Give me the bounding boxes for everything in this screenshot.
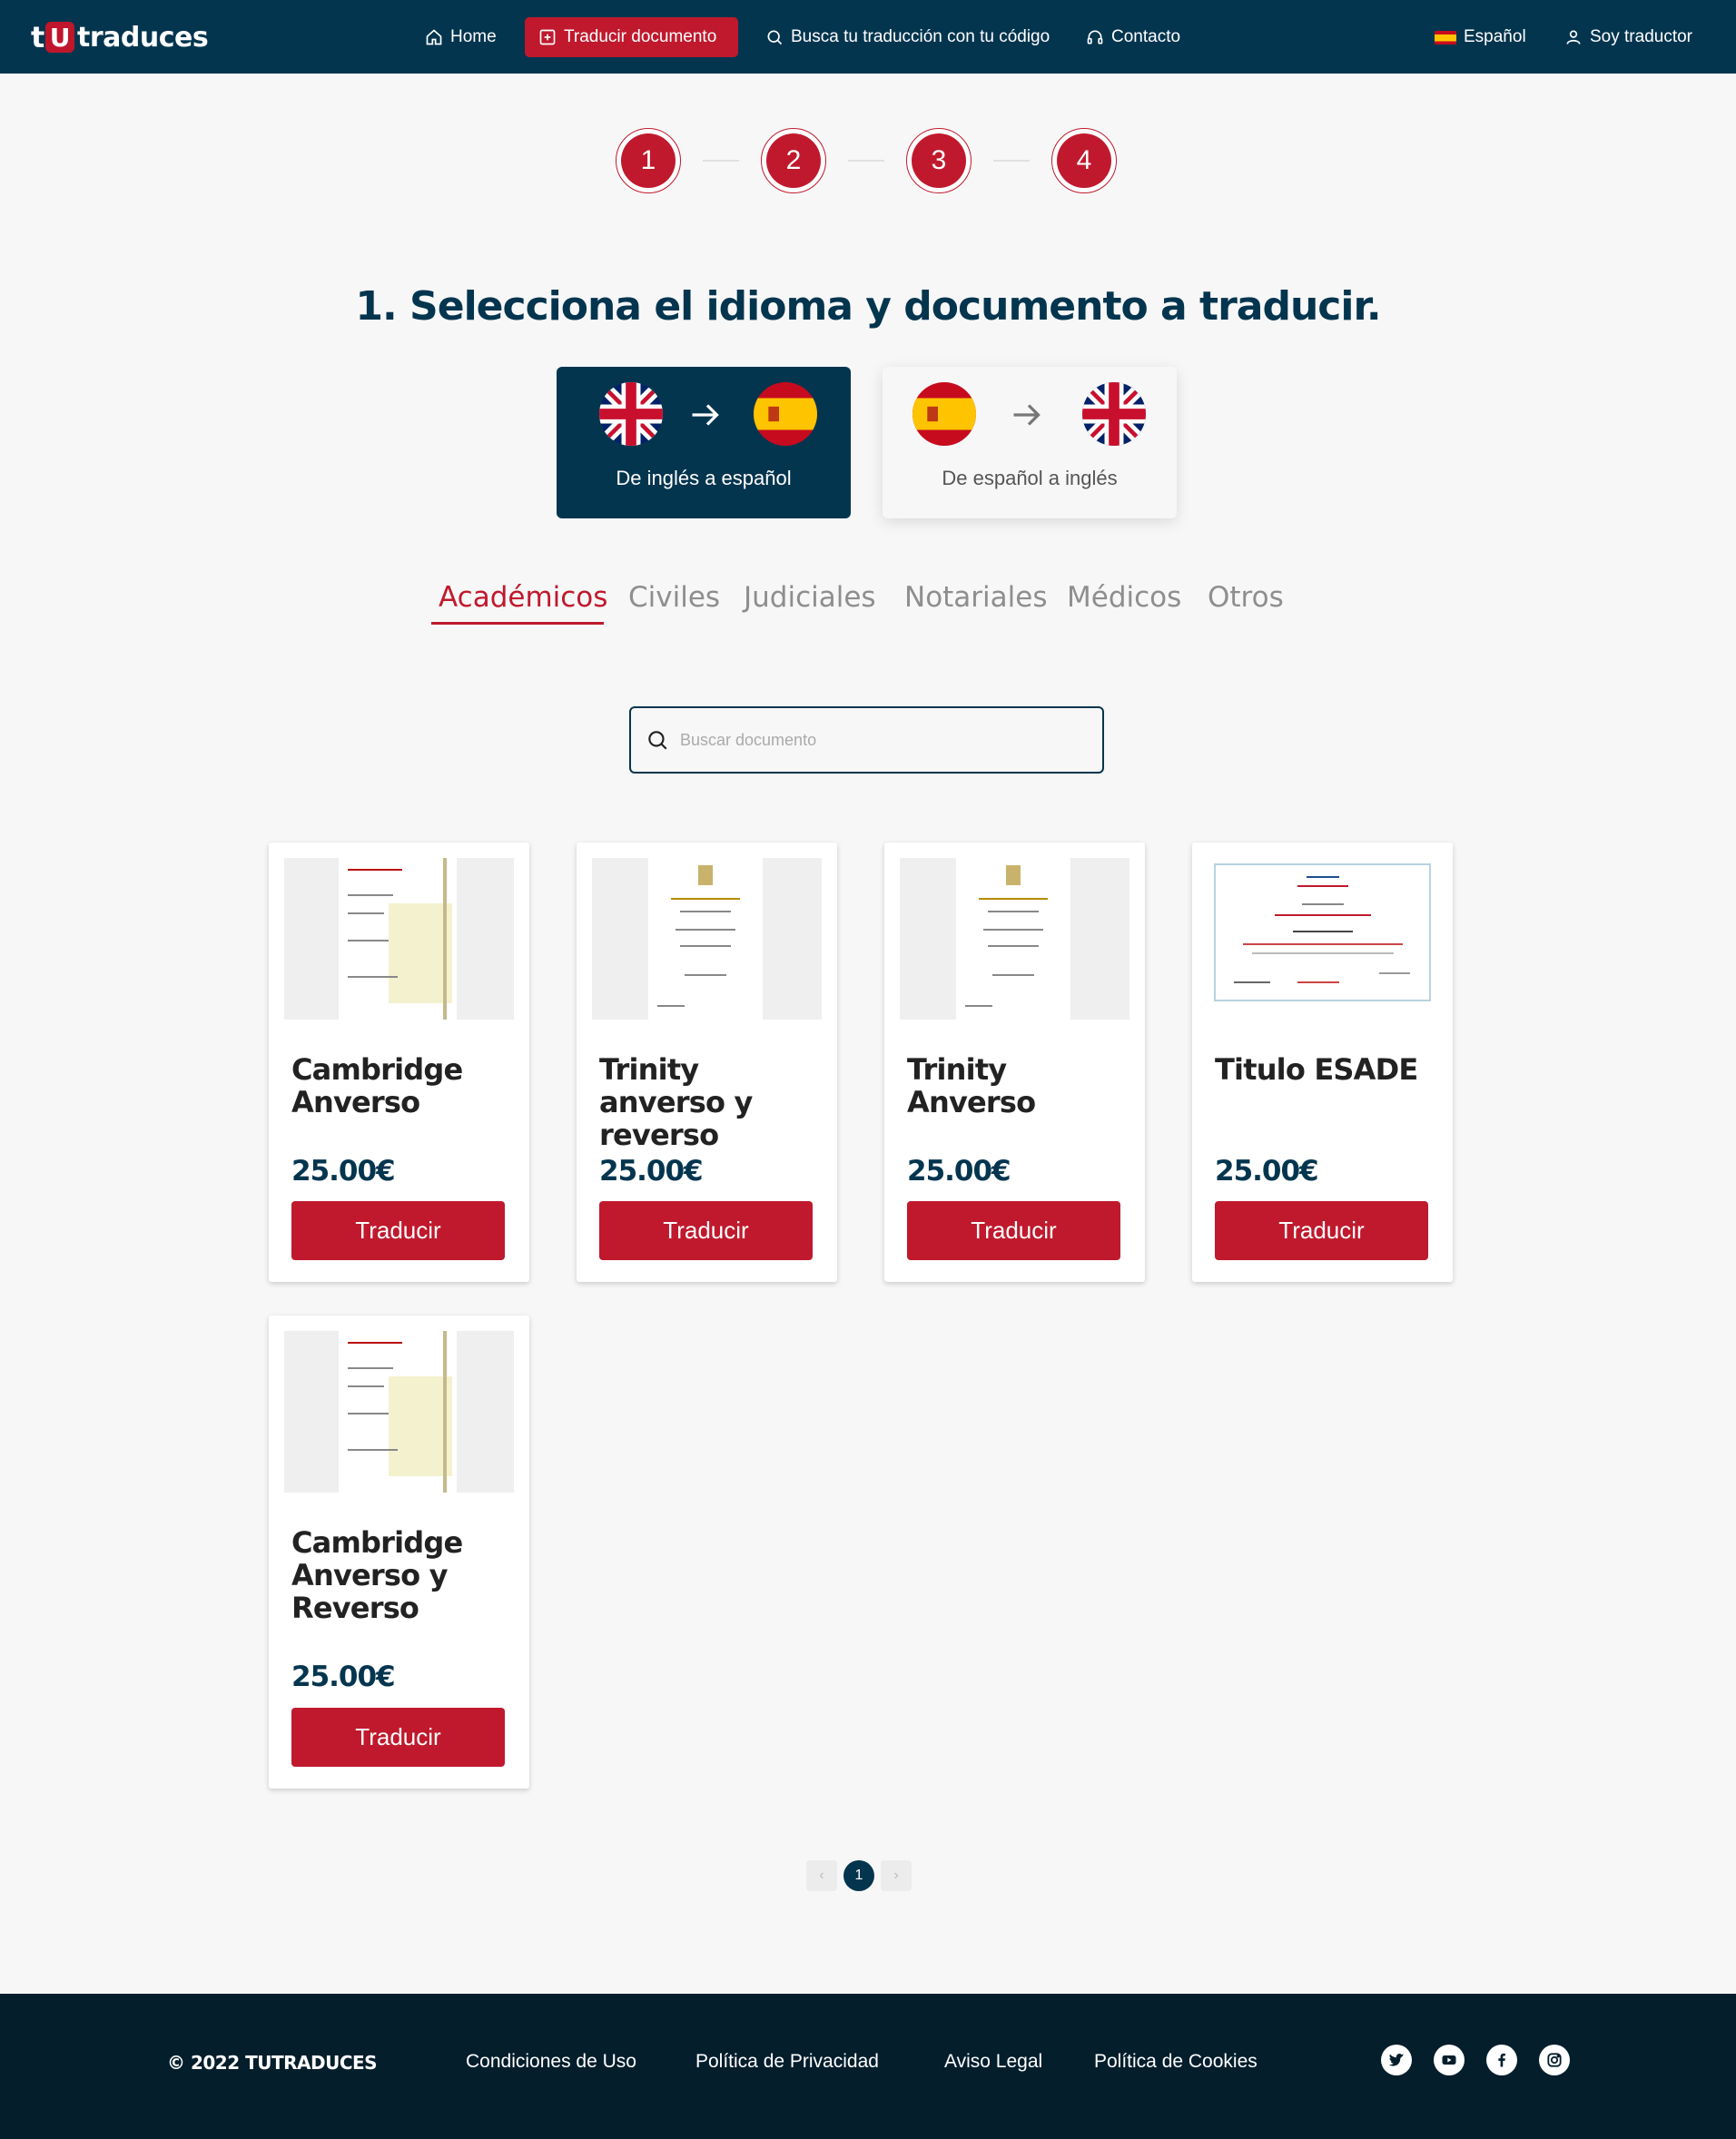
step-2-number: 2 xyxy=(766,133,821,188)
footer-copyright: © 2022 TUTRADUCES xyxy=(167,2052,378,2074)
nav-busca-label: Busca tu traducción con tu código xyxy=(791,27,1050,46)
product-name: Cambridge Anverso y Reverso xyxy=(291,1525,463,1625)
footer-link-cookies[interactable]: Política de Cookies xyxy=(1094,2051,1258,2073)
product-price: 25.00€ xyxy=(291,1661,396,1693)
traducir-button[interactable]: Traducir xyxy=(599,1201,813,1260)
traducir-button[interactable]: Traducir xyxy=(291,1708,505,1767)
footer-link-condiciones[interactable]: Condiciones de Uso xyxy=(466,2051,636,2073)
step-2: 2 xyxy=(761,128,826,193)
top-navbar: t Utraduces Home Traducir documento Busca… xyxy=(0,0,1736,74)
nav-busca-traduccion-link[interactable]: Busca tu traducción con tu código xyxy=(765,17,1050,57)
arrow-right-icon xyxy=(1013,404,1041,426)
step-1: 1 xyxy=(616,128,681,193)
footer-link-privacidad[interactable]: Política de Privacidad xyxy=(695,2051,879,2073)
soy-traductor-label: Soy traductor xyxy=(1590,27,1692,46)
page-title: 1. Selecciona el idioma y documento a tr… xyxy=(355,283,1381,330)
instagram-icon[interactable] xyxy=(1539,2045,1570,2075)
traducir-button[interactable]: Traducir xyxy=(291,1201,505,1260)
product-price: 25.00€ xyxy=(1215,1155,1319,1188)
language-label: Español xyxy=(1464,27,1526,46)
product-card: Trinity Anverso 25.00€ Traducir xyxy=(884,843,1145,1282)
user-icon xyxy=(1566,30,1581,44)
step-1-number: 1 xyxy=(621,133,676,188)
nav-contacto-link[interactable]: Contacto xyxy=(1086,17,1180,57)
product-name: Titulo ESADE xyxy=(1215,1052,1418,1087)
soy-traductor-link[interactable]: Soy traductor xyxy=(1564,17,1692,57)
nav-traducir-label: Traducir documento xyxy=(564,27,717,46)
arrow-right-icon xyxy=(692,404,719,426)
document-thumbnail xyxy=(1208,858,1437,1020)
headset-icon xyxy=(1087,30,1103,44)
footer: © 2022 TUTRADUCES Condiciones de Uso Pol… xyxy=(0,1994,1736,2139)
product-card: Cambridge Anverso y Reverso 25.00€ Tradu… xyxy=(269,1316,529,1789)
tab-judiciales[interactable]: Judiciales xyxy=(744,581,876,614)
product-price: 25.00€ xyxy=(291,1155,396,1188)
search-icon xyxy=(648,731,667,750)
uk-flag-icon xyxy=(1082,382,1146,446)
search-icon xyxy=(767,30,783,45)
uk-flag-icon xyxy=(599,382,663,446)
site-logo[interactable]: t Utraduces xyxy=(31,20,209,54)
spain-flag-icon xyxy=(912,382,976,446)
traducir-button[interactable]: Traducir xyxy=(1215,1201,1428,1260)
step-4: 4 xyxy=(1051,128,1117,193)
language-pair-label: De español a inglés xyxy=(942,467,1118,489)
tab-notariales[interactable]: Notariales xyxy=(904,581,1048,614)
youtube-icon[interactable] xyxy=(1434,2045,1465,2075)
product-name: Trinity anverso y reverso xyxy=(599,1052,753,1152)
home-icon xyxy=(426,29,442,45)
tab-medicos[interactable]: Médicos xyxy=(1067,581,1181,614)
spain-flag-icon xyxy=(1435,30,1456,44)
tab-civiles[interactable]: Civiles xyxy=(628,581,720,614)
step-connector xyxy=(703,160,739,162)
product-price: 25.00€ xyxy=(907,1155,1011,1188)
tab-academicos[interactable]: Académicos xyxy=(439,581,607,614)
step-4-number: 4 xyxy=(1057,133,1111,188)
document-thumbnail xyxy=(592,858,822,1020)
pagination-page-1[interactable]: 1 xyxy=(843,1860,874,1891)
document-thumbnail xyxy=(900,858,1129,1020)
footer-link-aviso-legal[interactable]: Aviso Legal xyxy=(944,2051,1042,2073)
language-pair-label: De inglés a español xyxy=(616,467,792,489)
product-card: Cambridge Anverso 25.00€ Traducir xyxy=(269,843,529,1282)
search-box xyxy=(629,706,1104,774)
twitter-icon[interactable] xyxy=(1381,2045,1412,2075)
nav-contacto-label: Contacto xyxy=(1111,27,1181,46)
step-3: 3 xyxy=(906,128,972,193)
pagination-prev-button[interactable]: ‹ xyxy=(806,1860,837,1891)
nav-home-link[interactable]: Home xyxy=(425,17,497,57)
step-connector xyxy=(993,160,1030,162)
document-thumbnail xyxy=(284,858,514,1020)
step-3-number: 3 xyxy=(912,133,966,188)
active-tab-indicator xyxy=(431,622,604,625)
tab-otros[interactable]: Otros xyxy=(1208,581,1284,614)
spain-flag-icon xyxy=(754,382,817,446)
pagination-next-button[interactable]: › xyxy=(881,1860,912,1891)
product-card: Trinity anverso y reverso 25.00€ Traduci… xyxy=(577,843,837,1282)
language-pair-en-es[interactable]: De inglés a español xyxy=(557,367,851,518)
document-thumbnail xyxy=(284,1331,514,1493)
product-card: Titulo ESADE 25.00€ Traducir xyxy=(1192,843,1453,1282)
file-plus-icon xyxy=(539,29,556,45)
product-name: Trinity Anverso xyxy=(907,1052,1036,1119)
traducir-button[interactable]: Traducir xyxy=(907,1201,1120,1260)
nav-traducir-documento-link[interactable]: Traducir documento xyxy=(525,17,738,57)
step-connector xyxy=(848,160,884,162)
nav-home-label: Home xyxy=(450,27,497,46)
language-selector[interactable]: Español xyxy=(1435,17,1526,57)
product-name: Cambridge Anverso xyxy=(291,1052,463,1119)
search-document-input[interactable] xyxy=(680,730,1080,750)
language-pair-es-en[interactable]: De español a inglés xyxy=(883,367,1177,518)
facebook-icon[interactable] xyxy=(1486,2045,1517,2075)
product-price: 25.00€ xyxy=(599,1155,704,1188)
